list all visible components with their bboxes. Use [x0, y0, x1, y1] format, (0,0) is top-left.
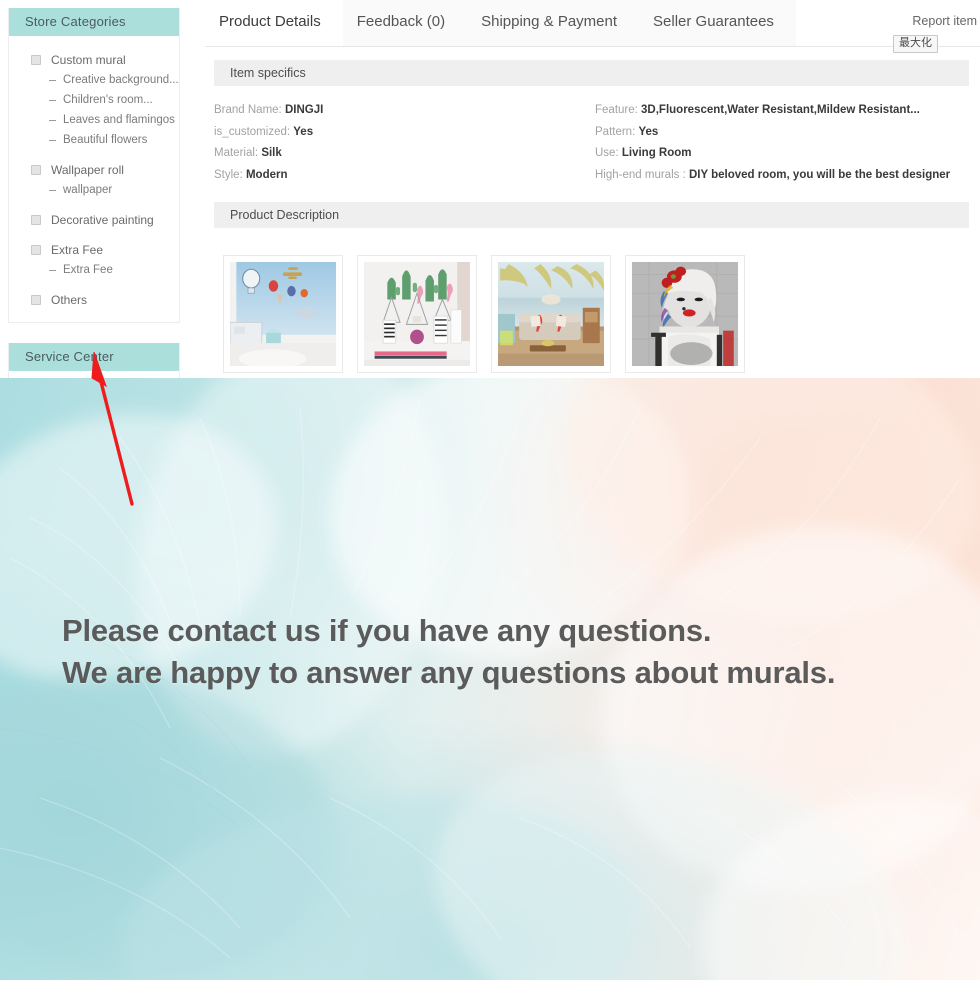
- maximize-tooltip: 最大化: [893, 35, 938, 53]
- item-specifics-table: Brand Name: DINGJI is_customized: Yes Ma…: [214, 100, 974, 186]
- tab-product-details[interactable]: Product Details: [205, 0, 343, 46]
- spec-key: Style:: [214, 168, 243, 181]
- spec-row: Use: Living Room: [595, 143, 974, 165]
- sidebar-item-leaves-and-flamingos[interactable]: Leaves and flamingos: [9, 110, 179, 130]
- thumbnail-image: [230, 262, 336, 366]
- sidebar-item-extra-fee-sub[interactable]: Extra Fee: [9, 260, 179, 280]
- banner-line-2: We are happy to answer any questions abo…: [62, 655, 836, 690]
- spec-key: is_customized:: [214, 125, 291, 138]
- sidebar-item-wallpaper-roll[interactable]: Wallpaper roll: [9, 159, 179, 180]
- banner-line-1: Please contact us if you have any questi…: [62, 613, 712, 648]
- page-top-region: Store Categories Custom mural Creative b…: [0, 0, 980, 378]
- sidebar-item-others[interactable]: Others: [9, 289, 179, 310]
- dash-icon: [49, 189, 56, 191]
- dash-icon: [49, 99, 56, 101]
- spec-value: Yes: [638, 125, 659, 138]
- sidebar-item-label: Wallpaper roll: [51, 162, 124, 177]
- spec-row: Style: Modern: [214, 165, 593, 187]
- spec-row: Material: Silk: [214, 143, 593, 165]
- sidebar: Store Categories Custom mural Creative b…: [8, 8, 180, 378]
- sidebar-item-label: Others: [51, 292, 88, 307]
- store-categories-panel: Store Categories Custom mural Creative b…: [8, 8, 180, 323]
- sidebar-item-wallpaper[interactable]: wallpaper: [9, 180, 179, 200]
- spec-value: Silk: [261, 147, 282, 159]
- spec-row: Pattern: Yes: [595, 122, 974, 144]
- tab-list: Product Details Feedback (0) Shipping & …: [205, 0, 980, 46]
- sidebar-item-beautiful-flowers[interactable]: Beautiful flowers: [9, 130, 179, 150]
- dash-icon: [49, 269, 56, 271]
- main-content: Product Details Feedback (0) Shipping & …: [205, 0, 980, 373]
- spec-key: High-end murals :: [595, 168, 686, 181]
- tab-label: Feedback (0): [356, 13, 446, 30]
- tab-label: Seller Guarantees: [653, 13, 774, 30]
- sidebar-item-label: Decorative painting: [51, 212, 154, 227]
- item-specifics-header: Item specifics: [214, 60, 969, 86]
- sidebar-item-label: Creative background...: [63, 74, 179, 86]
- tab-shipping-payment[interactable]: Shipping & Payment: [467, 0, 640, 46]
- red-pointer-arrow: [91, 352, 134, 506]
- spec-row: High-end murals : DIY beloved room, you …: [595, 165, 974, 187]
- spec-key: Feature:: [595, 104, 638, 116]
- expand-box-icon: [31, 54, 41, 65]
- expand-box-icon: [31, 164, 41, 175]
- spec-value: DINGJI: [284, 104, 324, 116]
- thumbnail-image: [632, 262, 738, 366]
- expand-box-icon: [31, 244, 41, 255]
- dash-icon: [49, 119, 56, 121]
- thumbnail-cactus-flamingo-nordic-mural[interactable]: [357, 255, 477, 373]
- tab-feedback[interactable]: Feedback (0): [342, 0, 468, 46]
- thumbnail-image: [498, 262, 604, 366]
- thumbnail-image: [364, 262, 470, 366]
- sidebar-item-label: Extra Fee: [63, 264, 113, 276]
- spec-value: 3D,Fluorescent,Water Resistant,Mildew Re…: [641, 104, 920, 116]
- sidebar-item-label: Leaves and flamingos: [63, 114, 175, 126]
- sidebar-item-creative-background[interactable]: Creative background...: [9, 70, 179, 90]
- sidebar-item-label: Custom mural: [51, 52, 126, 67]
- spec-key: Brand Name:: [214, 104, 282, 116]
- expand-box-icon: [31, 294, 41, 305]
- spec-row: Brand Name: DINGJI: [214, 100, 593, 122]
- item-specifics-right-column: Feature: 3D,Fluorescent,Water Resistant,…: [593, 100, 974, 186]
- product-description-thumbnails: [223, 255, 980, 373]
- thumbnail-kids-room-hot-air-balloon-mural[interactable]: [223, 255, 343, 373]
- thumbnail-marilyn-monroe-graffiti-mural[interactable]: [625, 255, 745, 373]
- store-categories-list: Custom mural Creative background... Chil…: [9, 36, 179, 322]
- page-bottom-strip: [0, 980, 980, 994]
- tab-seller-guarantees[interactable]: Seller Guarantees: [639, 0, 796, 46]
- sidebar-item-label: wallpaper: [63, 184, 113, 196]
- spec-value: Living Room: [621, 147, 692, 159]
- sidebar-item-decorative-painting[interactable]: Decorative painting: [9, 209, 179, 230]
- tab-bar: Product Details Feedback (0) Shipping & …: [205, 0, 980, 53]
- sidebar-item-custom-mural[interactable]: Custom mural: [9, 49, 179, 70]
- report-item-link[interactable]: Report item: [912, 14, 977, 28]
- item-specifics-left-column: Brand Name: DINGJI is_customized: Yes Ma…: [214, 100, 593, 186]
- store-categories-title: Store Categories: [9, 8, 179, 36]
- spec-value: Modern: [245, 168, 288, 181]
- sidebar-item-childrens-room[interactable]: Children's room...: [9, 90, 179, 110]
- sidebar-item-label: Beautiful flowers: [63, 134, 148, 146]
- spec-key: Use:: [595, 147, 619, 159]
- spec-row: is_customized: Yes: [214, 122, 593, 144]
- banner-message: Please contact us if you have any questi…: [62, 610, 835, 694]
- dash-icon: [49, 139, 56, 141]
- sidebar-item-label: Children's room...: [63, 94, 153, 106]
- dash-icon: [49, 79, 56, 81]
- expand-box-icon: [31, 214, 41, 225]
- spec-key: Material:: [214, 147, 259, 159]
- product-description-header: Product Description: [214, 202, 969, 228]
- spec-value: Yes: [293, 125, 314, 138]
- tab-label: Shipping & Payment: [481, 13, 618, 30]
- spec-row: Feature: 3D,Fluorescent,Water Resistant,…: [595, 100, 974, 122]
- sidebar-item-label: Extra Fee: [51, 242, 104, 257]
- thumbnail-palm-leaves-seaside-living-room-mural[interactable]: [491, 255, 611, 373]
- sidebar-item-extra-fee[interactable]: Extra Fee: [9, 239, 179, 260]
- tab-label: Product Details: [219, 13, 321, 30]
- spec-value: DIY beloved room, you will be the best d…: [688, 168, 951, 181]
- spec-key: Pattern:: [595, 125, 636, 138]
